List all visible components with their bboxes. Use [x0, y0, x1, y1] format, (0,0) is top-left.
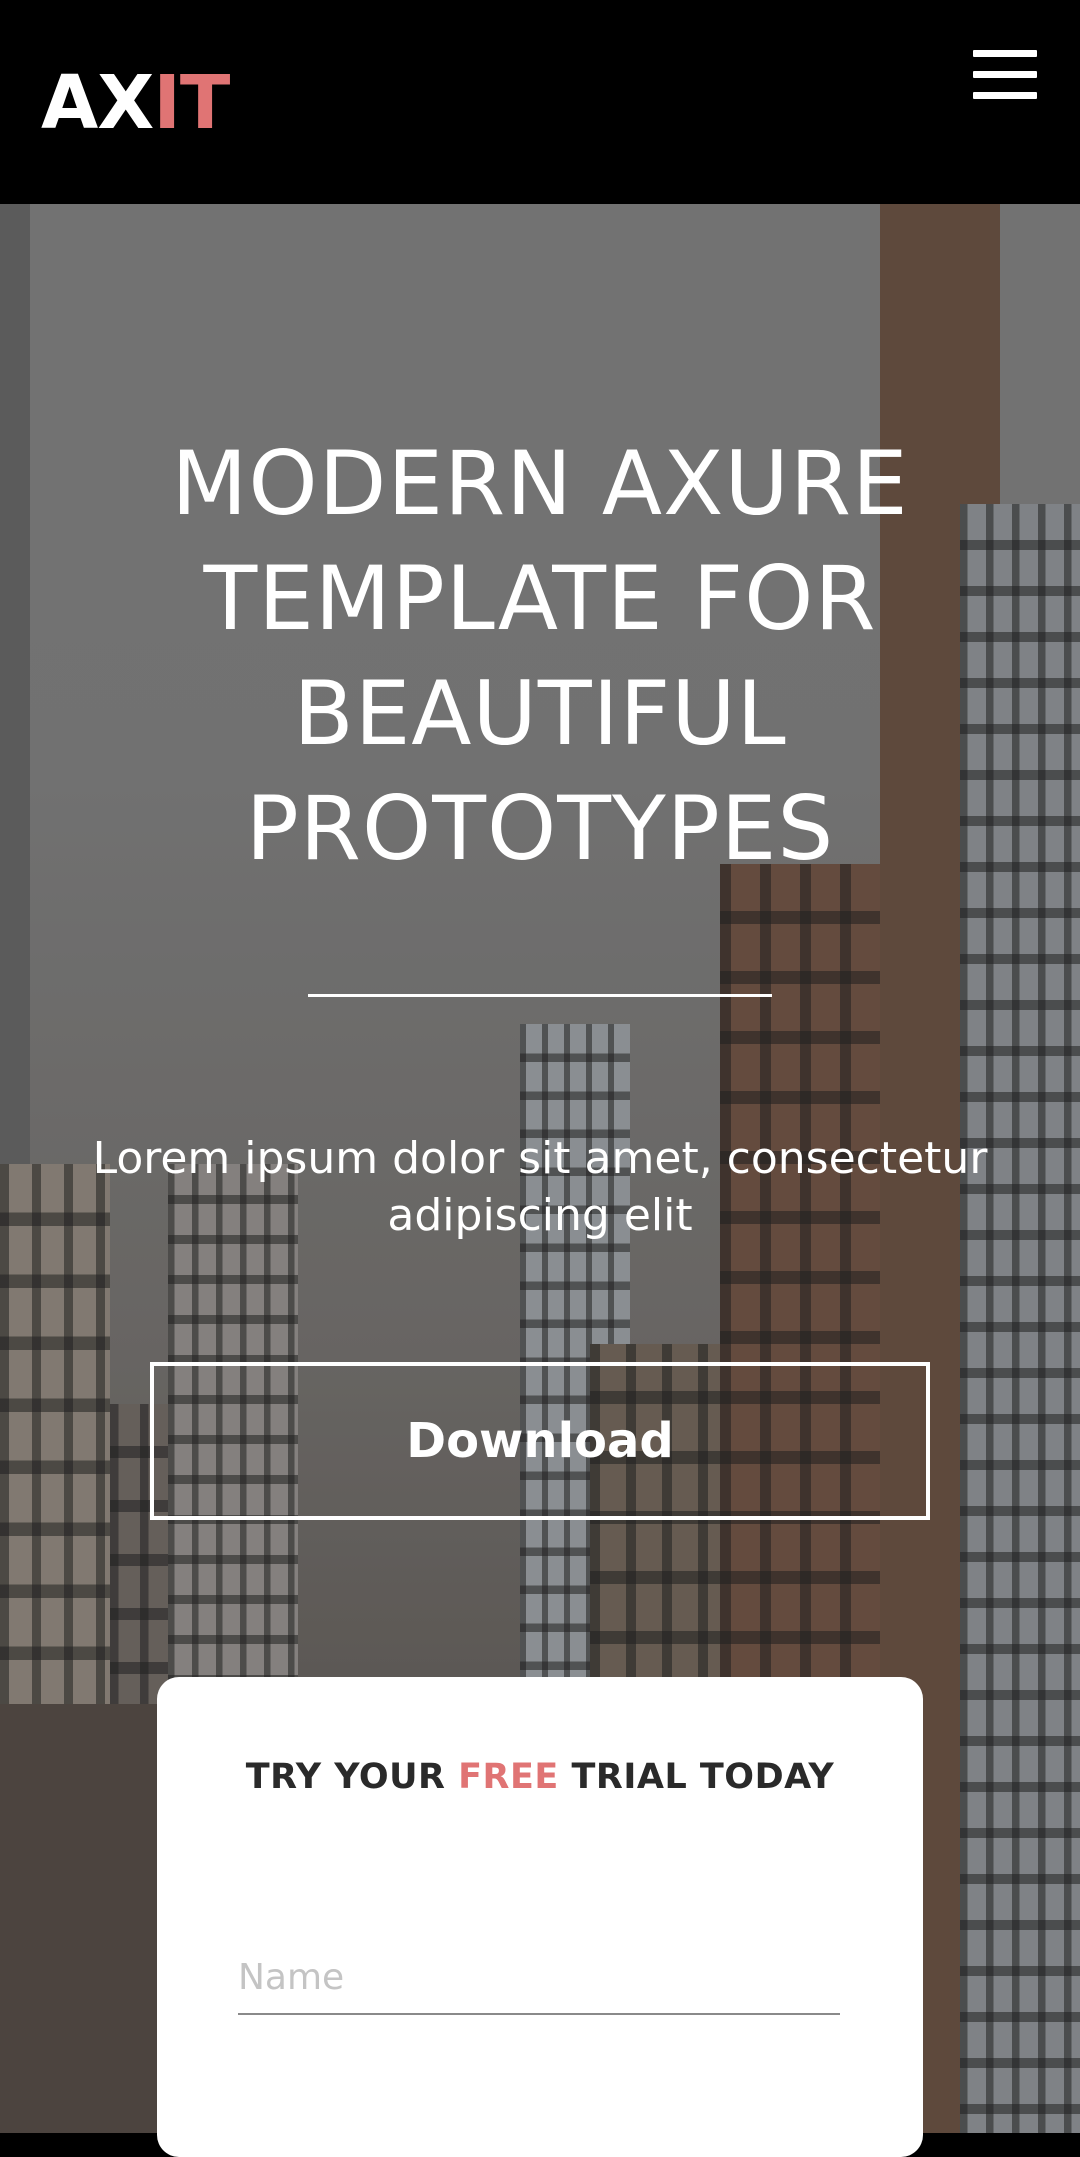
trial-title: TRY YOUR FREE TRIAL TODAY	[157, 1757, 923, 1797]
hero-headline: MODERN AXURE TEMPLATE FOR BEAUTIFUL PROT…	[171, 432, 909, 880]
hero-subtext: Lorem ipsum dolor sit amet, consectetur …	[92, 1133, 988, 1241]
logo-text-part2: IT	[153, 60, 230, 146]
download-button[interactable]: Download	[150, 1362, 930, 1520]
headline-divider	[308, 994, 772, 997]
logo-text-part1: AX	[41, 60, 154, 146]
trial-title-before: TRY YOUR	[245, 1757, 459, 1797]
hamburger-menu-icon[interactable]	[966, 44, 1042, 106]
trial-title-after: TRIAL TODAY	[558, 1757, 835, 1797]
free-trial-card: TRY YOUR FREE TRIAL TODAY	[157, 1677, 923, 2157]
axit-logo[interactable]: AXIT	[41, 58, 230, 148]
trial-title-free: FREE	[458, 1757, 559, 1797]
top-header: AXIT	[0, 0, 1080, 204]
name-input[interactable]	[238, 1941, 840, 2015]
